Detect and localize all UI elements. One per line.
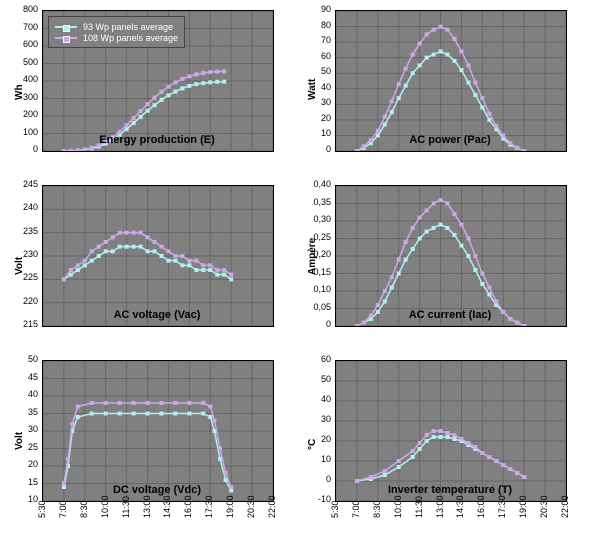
y-tick: 800 xyxy=(8,5,38,14)
charts-grid: { "legend": { "s1": "93 Wp panels averag… xyxy=(0,0,610,540)
x-tick: 17:30 xyxy=(205,495,214,518)
y-tick: 20 xyxy=(301,114,331,123)
x-tick: 14:30 xyxy=(456,495,465,518)
x-tick: 7:00 xyxy=(59,500,68,518)
y-tick: 50 xyxy=(8,355,38,364)
y-tick: 70 xyxy=(301,36,331,45)
x-tick: 20:30 xyxy=(540,495,549,518)
y-tick: 245 xyxy=(8,180,38,189)
y-tick: 45 xyxy=(8,373,38,382)
y-tick: 500 xyxy=(8,58,38,67)
x-tick: 14:30 xyxy=(163,495,172,518)
y-tick: 235 xyxy=(8,227,38,236)
legend-item: 93 Wp panels average xyxy=(55,21,178,32)
y-tick: 60 xyxy=(301,355,331,364)
legend: 93 Wp panels average108 Wp panels averag… xyxy=(48,16,185,48)
x-tick: 11:30 xyxy=(122,496,131,518)
x-tick: 17:30 xyxy=(498,495,507,518)
x-tick: 8:30 xyxy=(373,500,382,518)
y-tick: 0,40 xyxy=(301,180,331,189)
y-tick: 600 xyxy=(8,40,38,49)
x-tick: 22:00 xyxy=(561,495,570,518)
x-tick: 8:30 xyxy=(80,500,89,518)
chart-title: DC voltage (Vdc) xyxy=(42,484,272,496)
x-tick: 16:00 xyxy=(184,495,193,518)
chart-temp: -1001020304050605:307:008:3010:0011:3013… xyxy=(335,360,565,500)
x-tick: 13:00 xyxy=(436,495,445,518)
chart-title: Energy production (E) xyxy=(42,134,272,146)
y-tick: 215 xyxy=(8,320,38,329)
x-tick: 19:00 xyxy=(226,495,235,518)
x-tick: 11:30 xyxy=(415,496,424,518)
legend-label: 108 Wp panels average xyxy=(83,33,178,43)
y-tick: 50 xyxy=(301,67,331,76)
x-tick: 16:00 xyxy=(477,495,486,518)
y-tick: 60 xyxy=(301,52,331,61)
y-tick: 10 xyxy=(8,495,38,504)
y-axis-label: Volt xyxy=(14,257,25,275)
y-tick: 0,10 xyxy=(301,285,331,294)
y-tick: 10 xyxy=(301,455,331,464)
chart-title: AC power (Pac) xyxy=(335,134,565,146)
y-tick: 0,30 xyxy=(301,215,331,224)
swatch-icon xyxy=(55,37,77,39)
x-tick: 20:30 xyxy=(247,495,256,518)
legend-label: 93 Wp panels average xyxy=(83,22,173,32)
y-tick: 15 xyxy=(8,478,38,487)
y-tick: 220 xyxy=(8,297,38,306)
y-tick: 200 xyxy=(8,110,38,119)
x-tick: 10:00 xyxy=(101,495,110,518)
y-tick: 0 xyxy=(301,475,331,484)
chart-title: AC current (Iac) xyxy=(335,309,565,321)
chart-title: Inverter temperature (T) xyxy=(335,484,565,496)
chart-vdc: 1015202530354045505:307:008:3010:0011:30… xyxy=(42,360,272,500)
y-tick: 50 xyxy=(301,375,331,384)
y-tick: 0,05 xyxy=(301,303,331,312)
chart-iac: 00,050,100,150,200,250,300,350,40AC curr… xyxy=(335,185,565,325)
chart-pac: 0102030405060708090AC power (Pac)Watt xyxy=(335,10,565,150)
y-tick: -10 xyxy=(301,495,331,504)
y-axis-label: Volt xyxy=(14,432,25,450)
y-tick: 30 xyxy=(301,415,331,424)
plot-area xyxy=(335,185,567,327)
y-tick: 40 xyxy=(8,390,38,399)
plot-area xyxy=(335,360,567,502)
y-tick: 0 xyxy=(301,145,331,154)
plot-area xyxy=(42,360,274,502)
x-tick: 19:00 xyxy=(519,495,528,518)
x-tick: 5:30 xyxy=(38,500,47,518)
plot-area xyxy=(42,185,274,327)
y-tick: 20 xyxy=(8,460,38,469)
y-tick: 35 xyxy=(8,408,38,417)
y-tick: 10 xyxy=(301,129,331,138)
x-tick: 7:00 xyxy=(352,500,361,518)
plot-area xyxy=(335,10,567,152)
y-axis-label: Watt xyxy=(307,79,318,100)
x-tick: 22:00 xyxy=(268,495,277,518)
y-axis-label: °C xyxy=(307,439,318,450)
y-tick: 400 xyxy=(8,75,38,84)
y-axis-label: Ampère xyxy=(307,238,318,275)
y-tick: 80 xyxy=(301,21,331,30)
chart-title: AC voltage (Vac) xyxy=(42,309,272,321)
y-tick: 0,35 xyxy=(301,198,331,207)
x-tick: 5:30 xyxy=(331,500,340,518)
x-tick: 10:00 xyxy=(394,495,403,518)
y-tick: 700 xyxy=(8,23,38,32)
y-axis-label: Wh xyxy=(14,84,25,100)
y-tick: 0 xyxy=(301,320,331,329)
y-tick: 90 xyxy=(301,5,331,14)
chart-vac: 215220225230235240245AC voltage (Vac)Vol… xyxy=(42,185,272,325)
y-tick: 100 xyxy=(8,128,38,137)
x-tick: 13:00 xyxy=(143,495,152,518)
y-tick: 40 xyxy=(301,395,331,404)
y-tick: 0 xyxy=(8,145,38,154)
swatch-icon xyxy=(55,26,77,28)
y-tick: 240 xyxy=(8,203,38,212)
legend-item: 108 Wp panels average xyxy=(55,32,178,43)
